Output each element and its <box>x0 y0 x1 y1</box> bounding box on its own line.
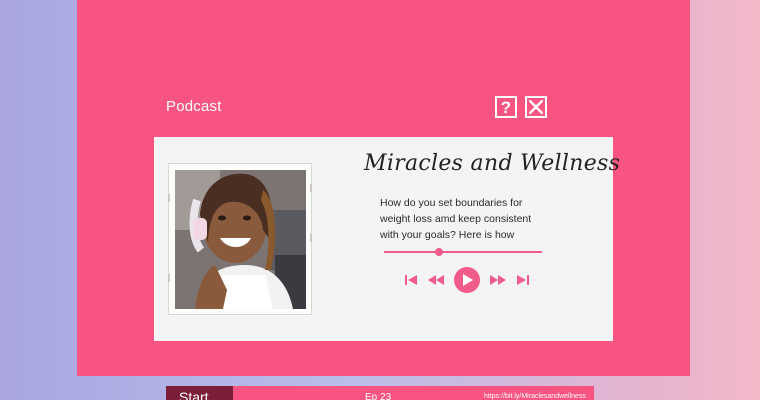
taskbar: Start Ep 23 https://bit.ly/Miraclesandwe… <box>166 386 594 400</box>
episode-description: How do you set boundaries for weight los… <box>380 197 532 241</box>
play-icon <box>463 274 473 286</box>
fast-forward-icon <box>490 275 506 285</box>
help-button[interactable]: ? <box>495 96 517 118</box>
host-portrait-illustration <box>175 170 306 309</box>
skip-back-icon <box>405 275 417 285</box>
episode-number: Ep 23 <box>365 392 392 400</box>
frame-mark <box>310 234 312 242</box>
frame-mark <box>168 194 170 202</box>
host-portrait <box>175 170 306 309</box>
skip-forward-icon <box>517 275 529 285</box>
playback-controls <box>404 266 530 294</box>
play-button[interactable] <box>454 267 480 293</box>
rewind-button[interactable] <box>427 274 445 286</box>
progress-knob[interactable] <box>435 248 444 256</box>
podcast-heading: Miracles and Wellness <box>364 151 621 176</box>
start-button[interactable]: Start <box>166 386 233 400</box>
close-x-icon <box>529 100 543 114</box>
podcast-url[interactable]: https://bit.ly/Miraclesandwellness <box>484 393 586 400</box>
progress-bar[interactable] <box>384 248 542 256</box>
skip-forward-button[interactable] <box>516 274 530 286</box>
frame-mark <box>310 184 312 192</box>
question-mark-icon: ? <box>500 97 512 117</box>
skip-back-button[interactable] <box>404 274 418 286</box>
frame-mark <box>168 274 170 282</box>
window-title: Podcast <box>166 98 222 115</box>
fast-forward-button[interactable] <box>489 274 507 286</box>
podcast-window: Podcast ? Miracles and Wellness How do y… <box>77 0 690 376</box>
rewind-icon <box>428 275 444 285</box>
photo-frame <box>168 163 312 315</box>
podcast-card: Miracles and Wellness How do you set bou… <box>154 137 620 341</box>
close-button[interactable] <box>525 96 547 118</box>
